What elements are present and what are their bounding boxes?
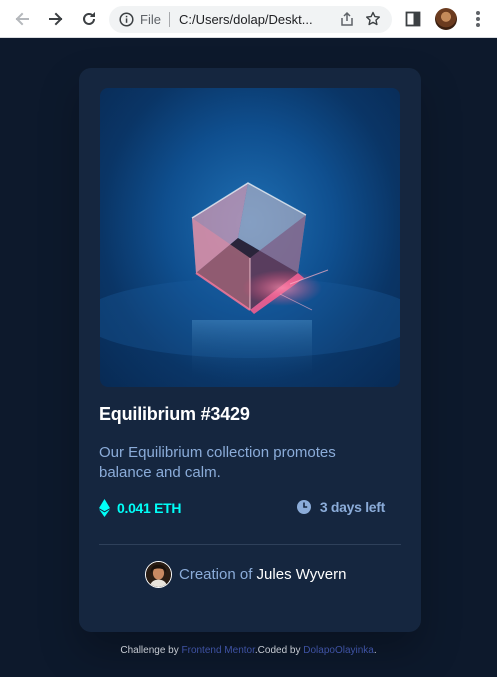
address-bar[interactable]: File C:/Users/dolap/Deskt...: [109, 6, 392, 33]
creator-avatar: [145, 561, 172, 588]
time-info: 3 days left: [296, 499, 385, 515]
creator-name[interactable]: Jules Wyvern: [257, 566, 347, 583]
omnibox-divider: [168, 12, 170, 27]
url-text[interactable]: C:/Users/dolap/Deskt...: [179, 12, 327, 27]
side-panel-icon[interactable]: [405, 11, 421, 27]
reload-icon: [83, 11, 95, 25]
frontend-mentor-link[interactable]: Frontend Mentor: [182, 645, 255, 656]
price-value: 0.041 ETH: [117, 500, 182, 516]
profile-avatar[interactable]: [435, 8, 457, 30]
file-label: File: [140, 12, 161, 27]
coded-by-label: Coded by: [257, 645, 301, 656]
forward-button[interactable]: [42, 5, 70, 33]
attribution: Challenge by Frontend Mentor.Coded by Do…: [120, 645, 377, 656]
ethereum-icon: [99, 499, 110, 517]
creator-prefix: Creation of: [179, 566, 253, 583]
arrow-right-icon: [49, 12, 63, 25]
info-icon[interactable]: [118, 12, 134, 28]
creator-info: Creation of Jules Wyvern: [145, 561, 346, 588]
browser-toolbar: File C:/Users/dolap/Deskt...: [0, 0, 497, 38]
clock-icon: [296, 500, 311, 514]
nft-description: Our Equilibrium collection promotes bala…: [99, 444, 336, 481]
reload-button[interactable]: [75, 5, 103, 33]
attribution-prefix: Challenge by: [120, 645, 179, 656]
back-button[interactable]: [8, 5, 36, 33]
nft-card: Equilibrium #3429 Our Equilibrium collec…: [79, 68, 421, 632]
nft-title[interactable]: Equilibrium #3429: [99, 404, 250, 425]
kebab-menu-icon[interactable]: [475, 11, 481, 27]
creator-line: Creation of Jules Wyvern: [179, 566, 346, 583]
nft-image[interactable]: [100, 88, 400, 387]
arrow-left-icon: [15, 12, 29, 25]
author-link[interactable]: DolapoOlayinka: [303, 645, 374, 656]
price-info: 0.041 ETH: [99, 499, 182, 517]
equilibrium-cube-image: [100, 182, 400, 380]
card-divider: [99, 544, 401, 545]
share-icon[interactable]: [339, 11, 355, 27]
star-icon[interactable]: [365, 11, 381, 27]
time-left: 3 days left: [319, 499, 385, 515]
